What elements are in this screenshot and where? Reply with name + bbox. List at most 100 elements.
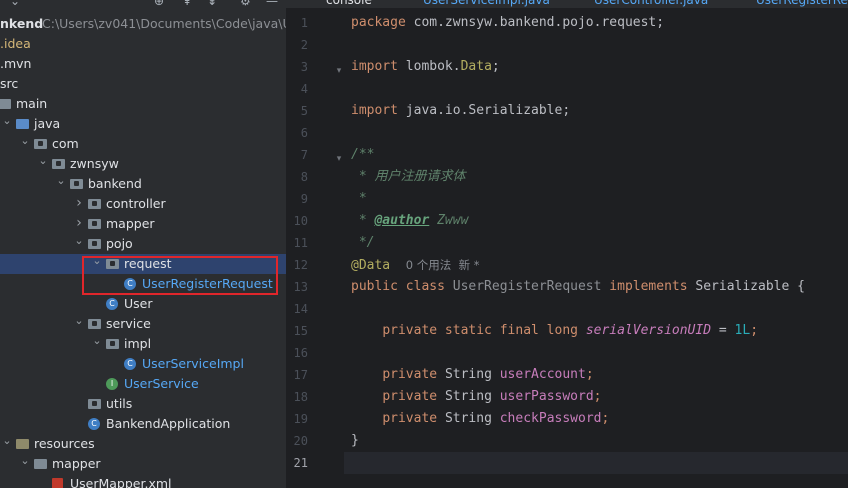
chevron-down-icon[interactable]: ⌄: [38, 154, 48, 174]
tree-item[interactable]: ⌄ java: [0, 114, 286, 134]
locate-icon[interactable]: ⊕: [154, 0, 164, 8]
fold-icon[interactable]: ▾: [334, 66, 344, 76]
hide-icon[interactable]: —: [266, 0, 278, 8]
tree-item[interactable]: UserMapper.xml: [0, 474, 286, 488]
chevron-down-icon[interactable]: ⌄: [2, 114, 12, 134]
code-line-12: @Data 0 个用法 新 *: [351, 258, 480, 273]
folder-icon: [16, 119, 29, 129]
code-line-7: /**: [351, 147, 375, 162]
line-number: 12: [293, 258, 308, 272]
tree-item-label: controller: [106, 196, 166, 211]
line-number: 18: [293, 390, 308, 404]
tree-item[interactable]: ⌄ bankend: [0, 174, 286, 194]
line-number: 21: [293, 456, 308, 470]
tree-item[interactable]: ⌄ mapper: [0, 454, 286, 474]
tree-item[interactable]: utils: [0, 394, 286, 414]
package-dot-icon: [92, 321, 97, 326]
folder-icon: [16, 439, 29, 449]
tree-item[interactable]: ⌄ com: [0, 134, 286, 154]
editor-tab[interactable]: UserRegisterRe: [756, 0, 848, 7]
tree-item[interactable]: › mapper: [0, 214, 286, 234]
current-line-highlight: [286, 452, 848, 474]
line-number: 7: [300, 148, 308, 162]
line-gutter: 1 2 3 4 5 6 7 8 9 10 11 12 13 14 15 16 17 18 19 20 21: [286, 8, 344, 488]
tree-item[interactable]: C BankendApplication: [0, 414, 286, 434]
tree-item[interactable]: C UserServiceImpl: [0, 354, 286, 374]
chevron-down-icon[interactable]: ⌄: [56, 174, 66, 194]
fold-icon[interactable]: ▾: [334, 154, 344, 164]
editor-tab[interactable]: console: [326, 0, 372, 7]
package-icon: [70, 179, 83, 189]
chevron-down-icon[interactable]: ⌄: [74, 234, 84, 254]
package-icon: [88, 239, 101, 249]
usages-hint[interactable]: 0 个用法 新 *: [406, 258, 480, 272]
chevron-down-icon[interactable]: ⌄: [20, 454, 30, 474]
editor-tab[interactable]: UserController.java: [594, 0, 708, 7]
tree-item-label: UserServiceImpl: [142, 356, 244, 371]
line-number: 3: [300, 60, 308, 74]
tree-item[interactable]: ⌄ pojo: [0, 234, 286, 254]
line-number: 16: [293, 346, 308, 360]
line-number: 11: [293, 236, 308, 250]
tree-item-label: pojo: [106, 236, 133, 251]
tree-item[interactable]: .mvn: [0, 54, 286, 74]
tree-item[interactable]: .idea: [0, 34, 286, 54]
collapse-all-icon[interactable]: ⇟: [207, 0, 217, 8]
tree-item-label: com: [52, 136, 79, 151]
project-root-row[interactable]: nkend C:\Users\zv041\Documents\Code\java…: [0, 14, 286, 34]
package-dot-icon: [74, 181, 79, 186]
tree-item[interactable]: main: [0, 94, 286, 114]
line-number: 19: [293, 412, 308, 426]
line-number: 13: [293, 280, 308, 294]
tree-item-label: UserService: [124, 376, 199, 391]
tree-item[interactable]: src: [0, 74, 286, 94]
expand-all-icon[interactable]: ⇞: [182, 0, 192, 8]
code-line-13: public class UserRegisterRequest impleme…: [351, 279, 805, 294]
code-line-11: */: [351, 235, 375, 250]
tree-item[interactable]: ⌄ impl: [0, 334, 286, 354]
line-number: 8: [300, 170, 308, 184]
chevron-down-icon[interactable]: ⌄: [92, 334, 102, 354]
project-tool-window: ⌄ ⊕ ⇞ ⇟ ⚙ — nkend C:\Users\zv041\Documen…: [0, 0, 286, 488]
tree-item-label: src: [0, 76, 19, 91]
chevron-right-icon[interactable]: ›: [74, 194, 84, 214]
tree-item[interactable]: ⌄ service: [0, 314, 286, 334]
code-line-19: private String checkPassword;: [382, 411, 610, 426]
tree-item[interactable]: ⌄ resources: [0, 434, 286, 454]
project-path: C:\Users\zv041\Documents\Code\java\Use: [42, 16, 286, 31]
tree-item-label: BankendApplication: [106, 416, 231, 431]
code-line-5: import java.io.Serializable;: [351, 103, 571, 118]
collapse-icon[interactable]: ⌄: [10, 0, 20, 8]
class-icon: C: [124, 358, 136, 370]
package-dot-icon: [110, 341, 115, 346]
tree-item[interactable]: I UserService: [0, 374, 286, 394]
tree-item-label: zwnsyw: [70, 156, 119, 171]
chevron-down-icon[interactable]: ⌄: [2, 434, 12, 454]
tree-item[interactable]: ⌄ zwnsyw: [0, 154, 286, 174]
code-line-8: * 用户注册请求体: [351, 169, 466, 184]
chevron-right-icon[interactable]: ›: [74, 214, 84, 234]
package-dot-icon: [56, 161, 61, 166]
tree-item[interactable]: › controller: [0, 194, 286, 214]
tree-item[interactable]: C User: [0, 294, 286, 314]
code-line-1: package com.zwnsyw.bankend.pojo.request;: [351, 15, 665, 30]
tree-item-label: service: [106, 316, 151, 331]
chevron-down-icon[interactable]: ⌄: [20, 134, 30, 154]
line-number: 6: [300, 126, 308, 140]
code-line-3: import lombok.Data;: [351, 59, 500, 74]
line-number: 14: [293, 302, 308, 316]
tree-item-label: User: [124, 296, 153, 311]
package-dot-icon: [92, 201, 97, 206]
tree-item-label: mapper: [106, 216, 155, 231]
editor-tab[interactable]: UserServiceImpl.java: [423, 0, 550, 7]
code-line-9: *: [351, 191, 367, 206]
class-icon: C: [106, 298, 118, 310]
gear-icon[interactable]: ⚙: [240, 0, 251, 8]
chevron-down-icon[interactable]: ⌄: [74, 314, 84, 334]
code-editor[interactable]: 1 2 3 4 5 6 7 8 9 10 11 12 13 14 15 16 17 18 19 20 21 packag…: [286, 8, 848, 488]
spring-app-icon: C: [88, 418, 100, 430]
tree-item-label: impl: [124, 336, 152, 351]
xml-file-icon: [52, 478, 63, 488]
package-dot-icon: [92, 241, 97, 246]
folder-icon: [34, 459, 47, 469]
